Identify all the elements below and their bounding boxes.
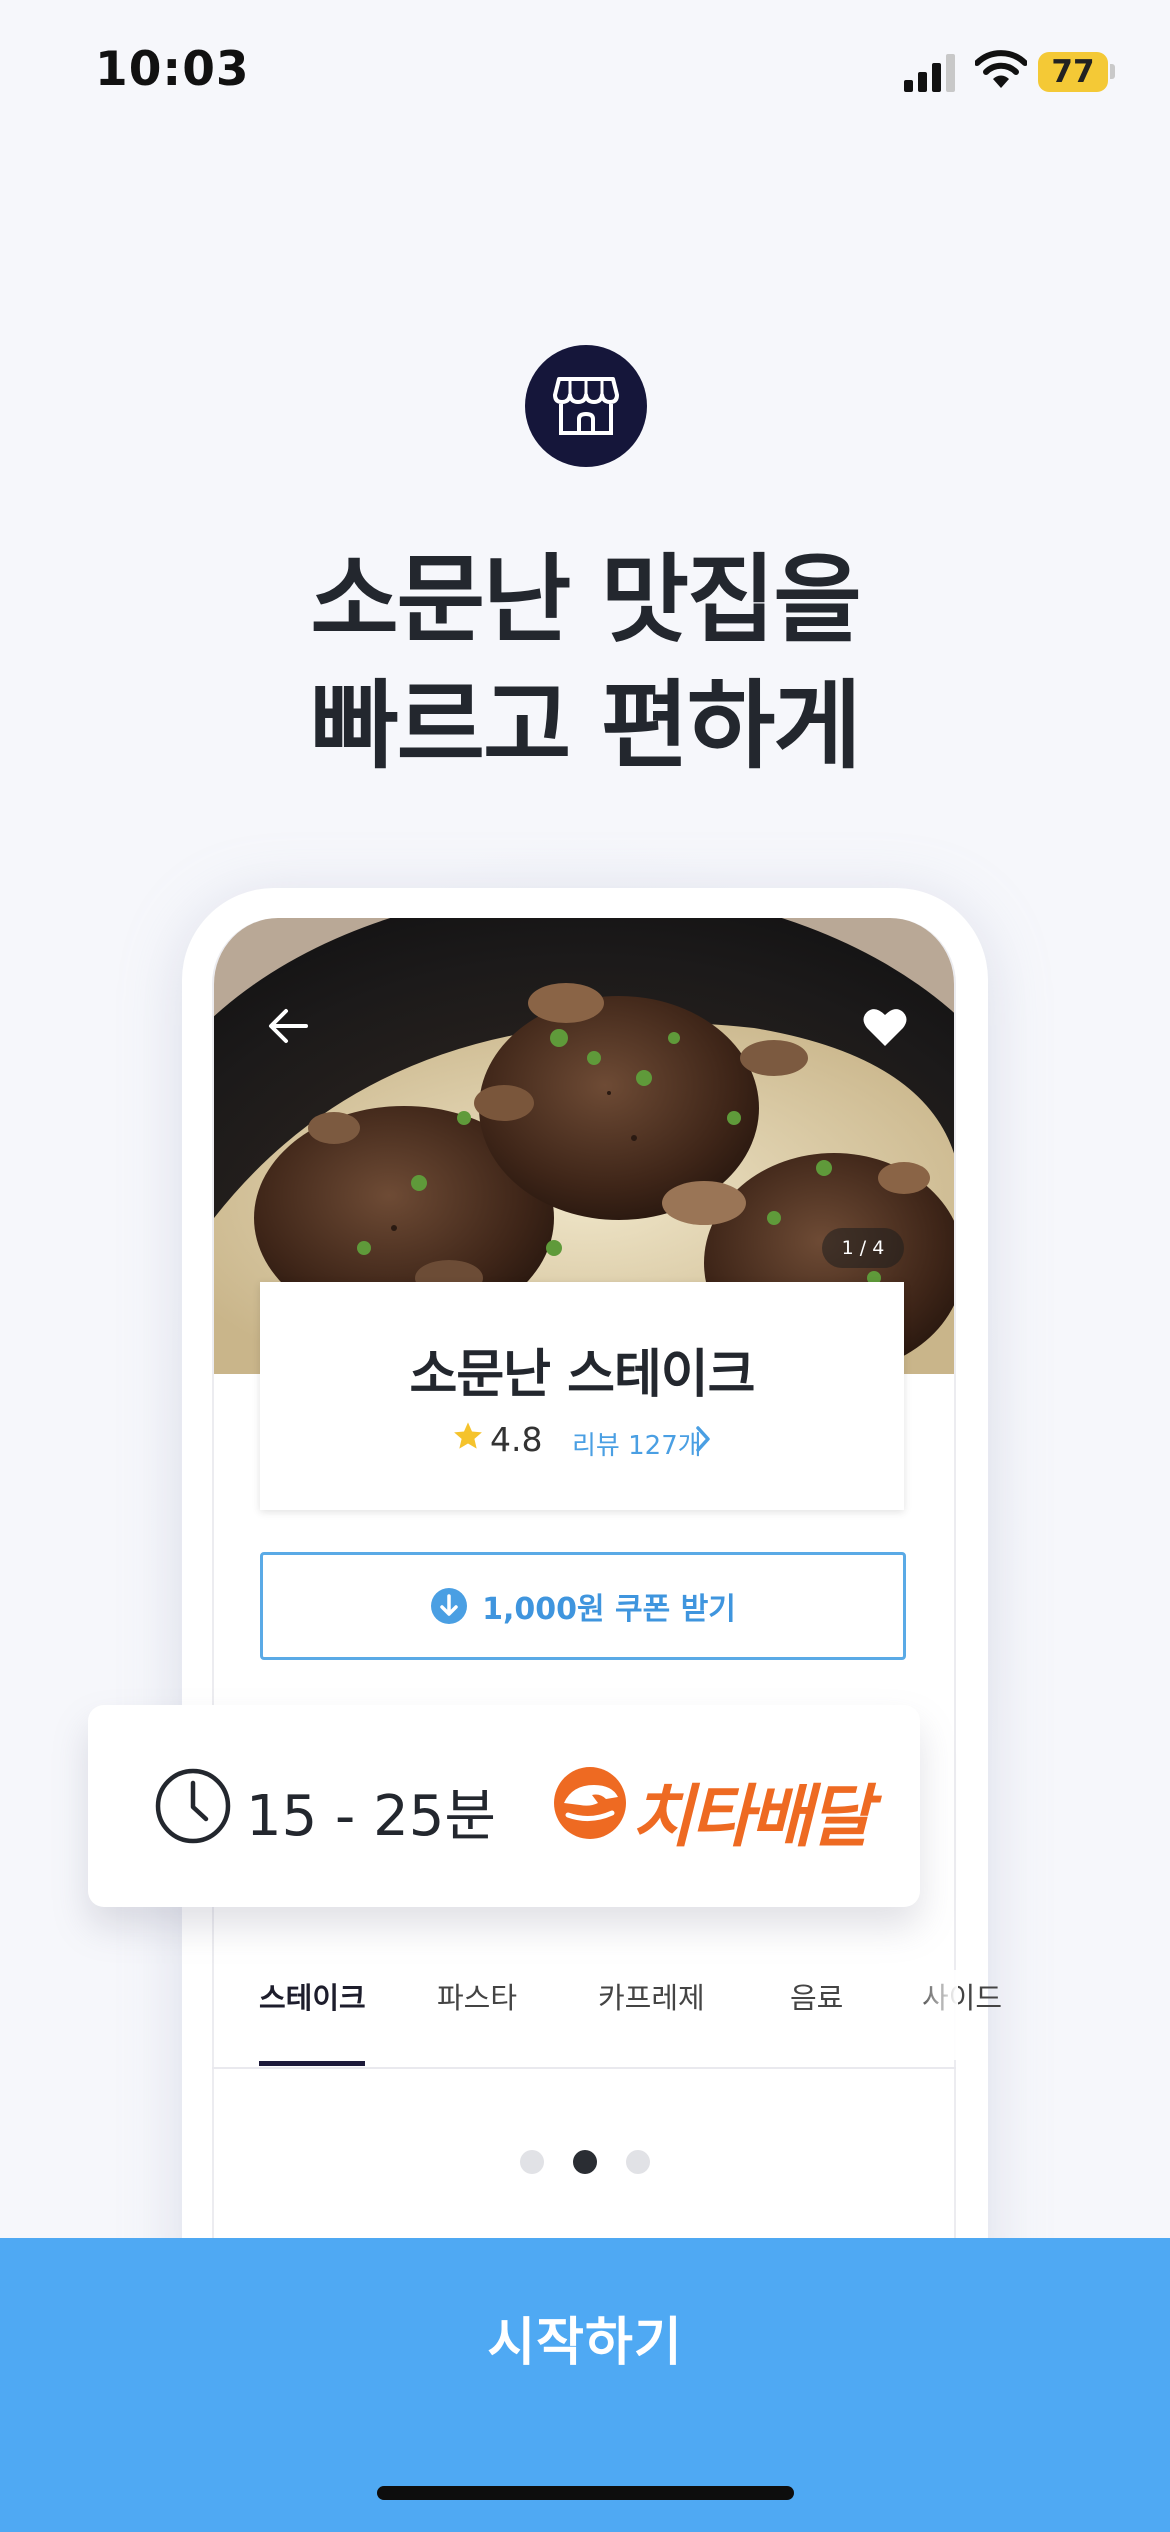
battery-cap — [1110, 64, 1115, 79]
coupon-download-button[interactable]: 1,000원 쿠폰 받기 — [260, 1552, 906, 1660]
store-card: 소문난 스테이크 4.8 리뷰 127개 — [260, 1282, 904, 1510]
store-name: 소문난 스테이크 — [409, 1345, 756, 1405]
heart-icon[interactable] — [862, 1006, 908, 1048]
tab-pasta[interactable]: 파스타 — [437, 1975, 517, 2017]
storefront-icon — [553, 377, 619, 435]
cheetah-logo-icon — [554, 1767, 626, 1839]
tab-steak[interactable]: 스테이크 — [259, 1975, 366, 2017]
back-arrow-icon[interactable] — [266, 1006, 310, 1046]
tab-caprese[interactable]: 카프레제 — [598, 1975, 705, 2017]
delivery-brand-name: 치타배달 — [631, 1778, 872, 1857]
review-link[interactable]: 리뷰 127개 — [572, 1425, 702, 1462]
download-icon — [431, 1588, 468, 1624]
status-time: 10:03 — [95, 42, 250, 97]
chevron-right-icon[interactable] — [694, 1424, 712, 1454]
start-button-label: 시작하기 — [487, 2313, 683, 2373]
rating-value: 4.8 — [490, 1420, 543, 1459]
clock-icon — [155, 1768, 231, 1844]
store-icon — [525, 345, 647, 467]
cellular-signal-icon — [904, 54, 955, 92]
page-dot[interactable] — [520, 2150, 544, 2174]
star-icon — [454, 1422, 482, 1449]
battery-icon: 77 — [1038, 52, 1108, 92]
tabs-overflow-fade — [918, 1970, 958, 2060]
delivery-time: 15 - 25분 — [246, 1784, 496, 1849]
photo-counter: 1 / 4 — [822, 1228, 904, 1268]
status-bar: 10:03 77 — [0, 0, 1170, 150]
active-tab-indicator — [259, 2061, 365, 2066]
delivery-info-card: 15 - 25분 치타배달 — [88, 1705, 920, 1907]
page-dot-active[interactable] — [573, 2150, 597, 2174]
tabs-divider — [212, 2067, 956, 2069]
headline-line-1: 소문난 맛집을 — [310, 544, 861, 656]
page-indicator — [520, 2150, 650, 2176]
menu-category-tabs: 스테이크 파스타 카프레제 음료 사이드 — [212, 1975, 1002, 2071]
headline-line-2: 빠르고 편하게 — [310, 670, 861, 782]
home-indicator[interactable] — [377, 2486, 794, 2500]
coupon-label: 1,000원 쿠폰 받기 — [482, 1592, 736, 1627]
tab-drinks[interactable]: 음료 — [790, 1975, 843, 2017]
page-dot[interactable] — [626, 2150, 650, 2174]
battery-level: 77 — [1051, 54, 1095, 90]
wifi-icon — [975, 50, 1027, 88]
